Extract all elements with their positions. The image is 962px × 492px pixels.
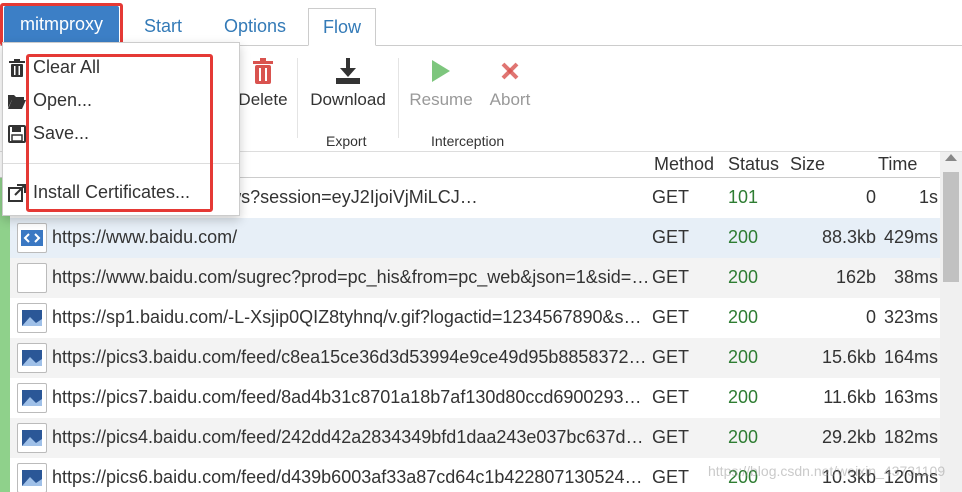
row-time: 163ms [883,387,938,407]
play-icon [432,60,450,82]
row-method: GET [652,427,690,447]
image-file-icon [17,463,47,492]
table-scrollbar[interactable] [940,152,962,492]
download-label: Download [310,90,386,109]
close-icon [501,62,519,80]
table-row[interactable]: https://www.baidu.com/sugrec?prod=pc_his… [0,258,940,298]
image-file-icon [17,383,47,413]
delete-label: Delete [238,90,288,109]
group-label-export: Export [326,133,367,149]
scroll-thumb[interactable] [943,172,959,282]
image-file-icon [17,303,47,333]
toolbar-divider [398,58,399,138]
row-size: 0 [865,187,876,207]
row-size: 11.6kb [823,387,876,407]
floppy-disk-icon [8,125,26,143]
row-path: https://pics7.baidu.com/feed/8ad4b31c870… [52,387,650,407]
row-status-bar [0,218,10,258]
row-time: 182ms [883,427,938,447]
table-row[interactable]: https://pics3.baidu.com/feed/c8ea15ce36d… [0,338,940,378]
table-row[interactable]: https://www.baidu.com/ GET 200 88.3kb 42… [0,218,940,258]
highlight-box-brand [0,3,123,46]
image-file-icon [17,343,47,373]
scroll-up-arrow-icon[interactable] [945,154,957,161]
row-method: GET [652,187,690,207]
row-path: https://pics3.baidu.com/feed/c8ea15ce36d… [52,347,650,367]
row-status: 200 [728,227,759,247]
table-row[interactable]: https://sp1.baidu.com/-L-Xsjip0QIZ8tyhnq… [0,298,940,338]
image-file-icon [17,423,47,453]
row-status-bar [0,338,10,378]
row-status-bar [0,258,10,298]
row-status: 200 [728,267,759,287]
tab-options[interactable]: Options [210,8,300,46]
row-time: 38ms [893,267,938,287]
row-status: 200 [728,387,759,407]
html-document-icon [17,223,47,253]
resume-button[interactable]: Resume [406,46,476,110]
row-path: https://sp1.baidu.com/-L-Xsjip0QIZ8tyhnq… [52,307,650,327]
tab-start[interactable]: Start [130,8,196,46]
row-status-bar [0,458,10,492]
row-size: 15.6kb [821,347,876,367]
main-tabbar: mitmproxy Start Options Flow [0,0,962,46]
row-time: 323ms [883,307,938,327]
row-size: 162b [835,267,876,287]
download-icon [336,58,360,84]
row-status-bar [0,418,10,458]
row-status: 200 [728,307,759,327]
row-time: 164ms [883,347,938,367]
delete-button[interactable]: Delete [236,46,290,110]
row-status: 101 [728,187,759,207]
row-size: 29.2kb [821,427,876,447]
tab-flow[interactable]: Flow [308,8,377,46]
table-row[interactable]: https://pics7.baidu.com/feed/8ad4b31c870… [0,378,940,418]
header-size[interactable]: Size [790,154,825,175]
row-method: GET [652,387,690,407]
row-path: https://www.baidu.com/sugrec?prod=pc_his… [52,267,650,287]
trash-icon [9,59,25,77]
row-status-bar [0,378,10,418]
header-status[interactable]: Status [728,154,779,175]
highlight-box-menu [26,54,213,212]
table-row[interactable]: https://pics4.baidu.com/feed/242dd42a283… [0,418,940,458]
row-path: https://pics6.baidu.com/feed/d439b6003af… [52,467,650,487]
row-method: GET [652,347,690,367]
external-link-icon [8,184,26,202]
row-method: GET [652,467,690,487]
folder-open-icon [8,95,26,109]
resume-label: Resume [409,90,473,109]
row-status: 200 [728,427,759,447]
row-method: GET [652,267,690,287]
row-status-bar [0,298,10,338]
trash-icon [253,58,273,84]
header-method[interactable]: Method [654,154,714,175]
row-path: https://pics4.baidu.com/feed/242dd42a283… [52,427,650,447]
toolbar-divider [297,58,298,138]
row-size: 88.3kb [821,227,876,247]
watermark-text: https://blog.csdn.net/weixin_43731109 [708,463,946,479]
row-path: https://www.baidu.com/ [52,227,238,247]
row-time: 1s [918,187,938,207]
abort-button[interactable]: Abort [486,46,534,110]
download-button[interactable]: Download [306,46,390,110]
row-method: GET [652,227,690,247]
row-size: 0 [865,307,876,327]
abort-label: Abort [489,90,531,109]
header-time[interactable]: Time [878,154,917,175]
row-time: 429ms [883,227,938,247]
group-label-interception: Interception [431,133,505,149]
row-method: GET [652,307,690,327]
blank-document-icon [17,263,47,293]
row-status: 200 [728,347,759,367]
